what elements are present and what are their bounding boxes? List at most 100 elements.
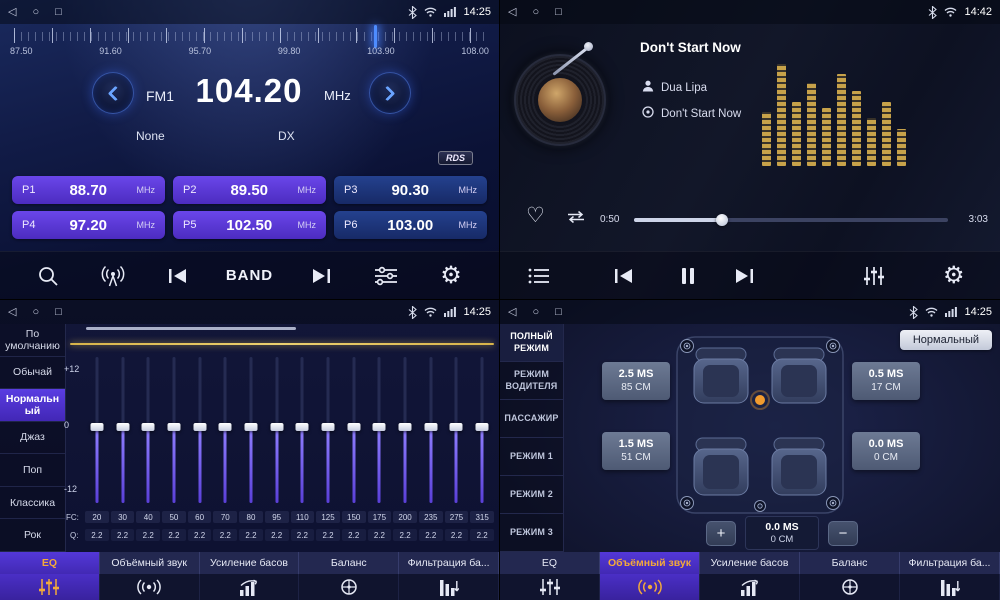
slider-handle[interactable] [322,423,335,431]
sf-mode-item-4[interactable]: РЕЖИМ 2 [500,476,563,514]
bass-boost-icon[interactable] [700,574,800,600]
mixer-icon[interactable] [863,266,885,286]
eq-preset-item-3[interactable]: Джаз [0,422,65,455]
slider-handle[interactable] [347,423,360,431]
eq-band-slider[interactable] [110,354,136,506]
preset-p5[interactable]: P5102.50MHz [173,211,326,239]
frequency-ruler[interactable]: 87.5091.6095.7099.80103.90108.00 [10,28,489,62]
delay-front-left[interactable]: 2.5 MS 85 CM [602,362,670,400]
slider-handle[interactable] [90,423,103,431]
eq-preset-item-0[interactable]: По умолчанию [0,324,65,357]
back-icon[interactable]: ◁ [8,0,16,24]
eq-sliders-icon[interactable] [0,574,100,600]
eq-scroll-indicator[interactable] [86,327,296,330]
slider-handle[interactable] [116,423,129,431]
sf-eq-tab[interactable]: EQ [500,552,600,574]
filter-bars-icon[interactable] [900,574,1000,600]
delay-decrease-button[interactable]: − [828,521,858,546]
sf-bass-boost-tab[interactable]: Усиление басов [700,552,800,574]
eq-eq-tab[interactable]: EQ [0,552,100,574]
recents-icon[interactable]: □ [555,300,562,324]
next-station-icon[interactable] [304,259,338,293]
sf-filter-tab[interactable]: Фильтрация ба... [900,552,1000,574]
next-track-icon[interactable] [733,267,755,285]
preset-p1[interactable]: P188.70MHz [12,176,165,204]
eq-band-slider[interactable] [469,354,495,506]
slider-handle[interactable] [244,423,257,431]
balance-target-icon[interactable] [299,574,399,600]
recents-icon[interactable]: □ [55,300,62,324]
back-icon[interactable]: ◁ [508,300,516,324]
back-icon[interactable]: ◁ [8,300,16,324]
bass-boost-icon[interactable] [200,574,300,600]
eq-band-slider[interactable] [238,354,264,506]
eq-band-slider[interactable] [161,354,187,506]
delay-front-right[interactable]: 0.5 MS 17 CM [852,362,920,400]
eq-preset-item-1[interactable]: Обычай [0,357,65,390]
preset-p2[interactable]: P289.50MHz [173,176,326,204]
eq-preset-item-4[interactable]: Поп [0,454,65,487]
slider-handle[interactable] [373,423,386,431]
home-icon[interactable]: ○ [532,300,539,324]
back-icon[interactable]: ◁ [508,0,516,24]
broadcast-icon[interactable] [96,259,130,293]
eq-preset-item-5[interactable]: Классика [0,487,65,520]
sf-mode-item-5[interactable]: РЕЖИМ 3 [500,514,563,552]
pause-icon[interactable] [680,267,696,285]
slider-handle[interactable] [399,423,412,431]
balance-target-icon[interactable] [800,574,900,600]
surround-sound-icon[interactable] [600,574,700,600]
delay-increase-button[interactable]: + [706,521,736,546]
home-icon[interactable]: ○ [532,0,539,24]
eq-sliders-icon[interactable] [500,574,600,600]
eq-band-slider[interactable] [84,354,110,506]
previous-track-icon[interactable] [613,267,635,285]
preset-p6[interactable]: P6103.00MHz [334,211,487,239]
favorite-heart-icon[interactable]: ♡ [526,203,545,228]
delay-rear-left[interactable]: 1.5 MS 51 CM [602,432,670,470]
tuner-settings-icon[interactable] [369,259,403,293]
repeat-icon[interactable] [566,210,586,229]
previous-station-icon[interactable] [161,259,195,293]
sf-surround-tab[interactable]: Объёмный звук [600,552,700,574]
slider-handle[interactable] [450,423,463,431]
sf-balance-tab[interactable]: Баланс [800,552,900,574]
slider-handle[interactable] [219,423,232,431]
slider-handle[interactable] [476,423,489,431]
eq-preset-item-2[interactable]: Нормальный [0,389,65,422]
eq-bass-boost-tab[interactable]: Усиление басов [200,552,300,574]
eq-band-slider[interactable] [212,354,238,506]
sf-mode-item-1[interactable]: РЕЖИМ ВОДИТЕЛЯ [500,362,563,400]
delay-rear-right[interactable]: 0.0 MS 0 CM [852,432,920,470]
sf-mode-item-2[interactable]: ПАССАЖИР [500,400,563,438]
slider-handle[interactable] [424,423,437,431]
tune-down-button[interactable] [92,72,134,114]
eq-band-slider[interactable] [444,354,470,506]
surround-sound-icon[interactable] [100,574,200,600]
eq-balance-tab[interactable]: Баланс [299,552,399,574]
eq-band-slider[interactable] [418,354,444,506]
eq-band-slider[interactable] [187,354,213,506]
home-icon[interactable]: ○ [32,300,39,324]
eq-filter-tab[interactable]: Фильтрация ба... [399,552,499,574]
scan-search-icon[interactable] [31,259,65,293]
playlist-icon[interactable] [528,267,550,285]
seek-bar[interactable] [634,218,948,222]
eq-band-slider[interactable] [367,354,393,506]
slider-handle[interactable] [296,423,309,431]
eq-preset-item-6[interactable]: Рок [0,519,65,552]
eq-surround-tab[interactable]: Объёмный звук [100,552,200,574]
sound-profile-button[interactable]: Нормальный [900,330,992,350]
preset-p3[interactable]: P390.30MHz [334,176,487,204]
eq-band-slider[interactable] [315,354,341,506]
slider-handle[interactable] [142,423,155,431]
settings-gear-icon[interactable]: ⚙ [943,264,965,288]
tune-up-button[interactable] [369,72,411,114]
settings-gear-icon[interactable]: ⚙ [434,259,468,293]
slider-handle[interactable] [270,423,283,431]
recents-icon[interactable]: □ [555,0,562,24]
eq-band-slider[interactable] [264,354,290,506]
eq-band-slider[interactable] [392,354,418,506]
recents-icon[interactable]: □ [55,0,62,24]
eq-band-slider[interactable] [290,354,316,506]
